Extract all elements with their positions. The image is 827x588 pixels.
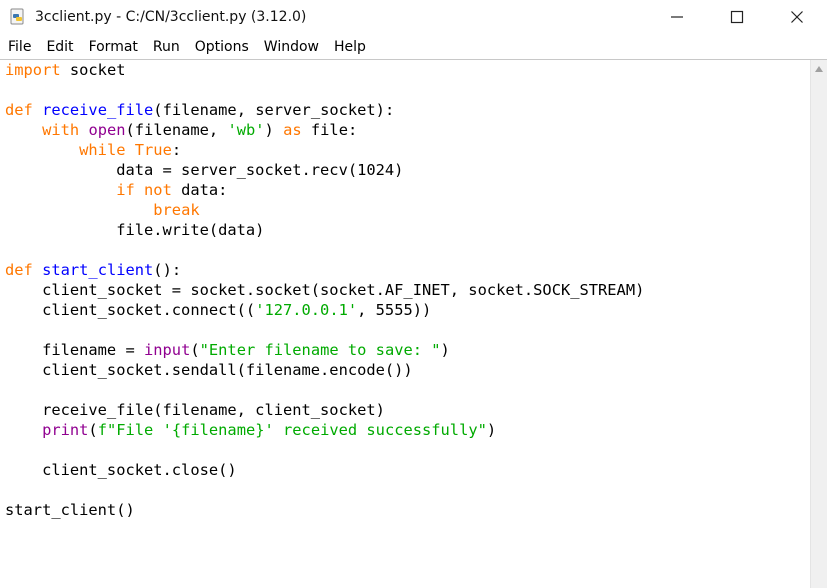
scroll-up-arrow-icon[interactable]: [815, 66, 823, 72]
close-button[interactable]: [767, 0, 827, 34]
code-token: filename =: [5, 341, 144, 359]
code-line[interactable]: import socket: [5, 60, 810, 80]
code-token: def: [5, 261, 33, 279]
title-bar[interactable]: 3cclient.py - C:/CN/3cclient.py (3.12.0): [0, 0, 827, 34]
code-line[interactable]: print(f"File '{filename}' received succe…: [5, 420, 810, 440]
code-token: break: [153, 201, 200, 219]
menu-run[interactable]: Run: [147, 39, 189, 55]
code-token: True: [134, 141, 172, 159]
code-token: def: [5, 101, 33, 119]
maximize-button[interactable]: [707, 0, 767, 34]
menu-help[interactable]: Help: [328, 39, 375, 55]
vertical-scrollbar[interactable]: [810, 60, 827, 588]
code-token: (: [88, 421, 98, 439]
code-token: client_socket.sendall(filename.encode()): [5, 361, 413, 379]
code-token: client_socket.close(): [5, 461, 237, 479]
code-token: file.write(data): [5, 221, 265, 239]
code-line[interactable]: def receive_file(filename, server_socket…: [5, 100, 810, 120]
code-line[interactable]: with open(filename, 'wb') as file:: [5, 120, 810, 140]
code-token: , 5555)): [357, 301, 432, 319]
code-token: receive_file(filename, client_socket): [5, 401, 385, 419]
minimize-button[interactable]: [647, 0, 707, 34]
code-line[interactable]: [5, 80, 810, 100]
menu-bar: File Edit Format Run Options Window Help: [0, 34, 827, 60]
code-line[interactable]: client_socket.close(): [5, 460, 810, 480]
code-token: if: [116, 181, 135, 199]
code-token: data:: [171, 181, 228, 199]
code-line[interactable]: def start_client():: [5, 260, 810, 280]
code-token: :: [171, 141, 182, 159]
code-line[interactable]: [5, 480, 810, 500]
code-line[interactable]: data = server_socket.recv(1024): [5, 160, 810, 180]
code-line[interactable]: start_client(): [5, 500, 810, 520]
code-token: not: [144, 181, 172, 199]
code-line[interactable]: break: [5, 200, 810, 220]
menu-format[interactable]: Format: [83, 39, 147, 55]
code-token: ): [486, 421, 497, 439]
code-line[interactable]: while True:: [5, 140, 810, 160]
idle-editor-window: 3cclient.py - C:/CN/3cclient.py (3.12.0)…: [0, 0, 827, 588]
code-text[interactable]: import socket def receive_file(filename, …: [0, 60, 810, 520]
code-line[interactable]: [5, 440, 810, 460]
code-token: input: [144, 341, 191, 359]
code-token: as: [283, 121, 302, 139]
code-line[interactable]: client_socket.connect(('127.0.0.1', 5555…: [5, 300, 810, 320]
window-controls: [647, 0, 827, 34]
code-token: print: [42, 421, 89, 439]
code-line[interactable]: receive_file(filename, client_socket): [5, 400, 810, 420]
menu-options[interactable]: Options: [189, 39, 258, 55]
menu-file[interactable]: File: [2, 39, 40, 55]
code-editor[interactable]: import socket def receive_file(filename, …: [0, 60, 810, 588]
code-line[interactable]: if not data:: [5, 180, 810, 200]
minimize-icon: [671, 16, 683, 18]
code-token: (: [190, 341, 200, 359]
code-token: socket: [60, 61, 126, 79]
code-token: 'wb': [227, 121, 265, 139]
code-token: (filename,: [125, 121, 228, 139]
code-token: f"File '{filename}' received successfull…: [97, 421, 487, 439]
code-token: file:: [301, 121, 358, 139]
code-token: start_client(): [5, 501, 135, 519]
code-line[interactable]: [5, 240, 810, 260]
code-token: '127.0.0.1': [255, 301, 358, 319]
code-token: import: [5, 61, 61, 79]
code-token: client_socket = socket.socket(socket.AF_…: [5, 281, 645, 299]
code-line[interactable]: file.write(data): [5, 220, 810, 240]
code-token: while: [79, 141, 126, 159]
code-token: client_socket.connect((: [5, 301, 256, 319]
close-icon: [791, 11, 803, 23]
code-line[interactable]: client_socket.sendall(filename.encode()): [5, 360, 810, 380]
code-token: receive_file: [42, 101, 154, 119]
code-line[interactable]: [5, 380, 810, 400]
menu-edit[interactable]: Edit: [40, 39, 82, 55]
code-token: open: [88, 121, 126, 139]
code-token: (filename, server_socket):: [153, 101, 395, 119]
code-token: start_client: [42, 261, 154, 279]
code-token: "Enter filename to save: ": [199, 341, 441, 359]
code-line[interactable]: filename = input("Enter filename to save…: [5, 340, 810, 360]
code-token: with: [42, 121, 80, 139]
maximize-icon: [730, 10, 744, 24]
window-title: 3cclient.py - C:/CN/3cclient.py (3.12.0): [35, 9, 307, 25]
code-token: ): [440, 341, 450, 359]
code-line[interactable]: client_socket = socket.socket(socket.AF_…: [5, 280, 810, 300]
menu-window[interactable]: Window: [258, 39, 328, 55]
code-token: data = server_socket.recv(1024): [5, 161, 404, 179]
python-file-icon: [9, 7, 29, 27]
code-token: ): [264, 121, 284, 139]
code-line[interactable]: [5, 320, 810, 340]
code-token: ():: [153, 261, 182, 279]
